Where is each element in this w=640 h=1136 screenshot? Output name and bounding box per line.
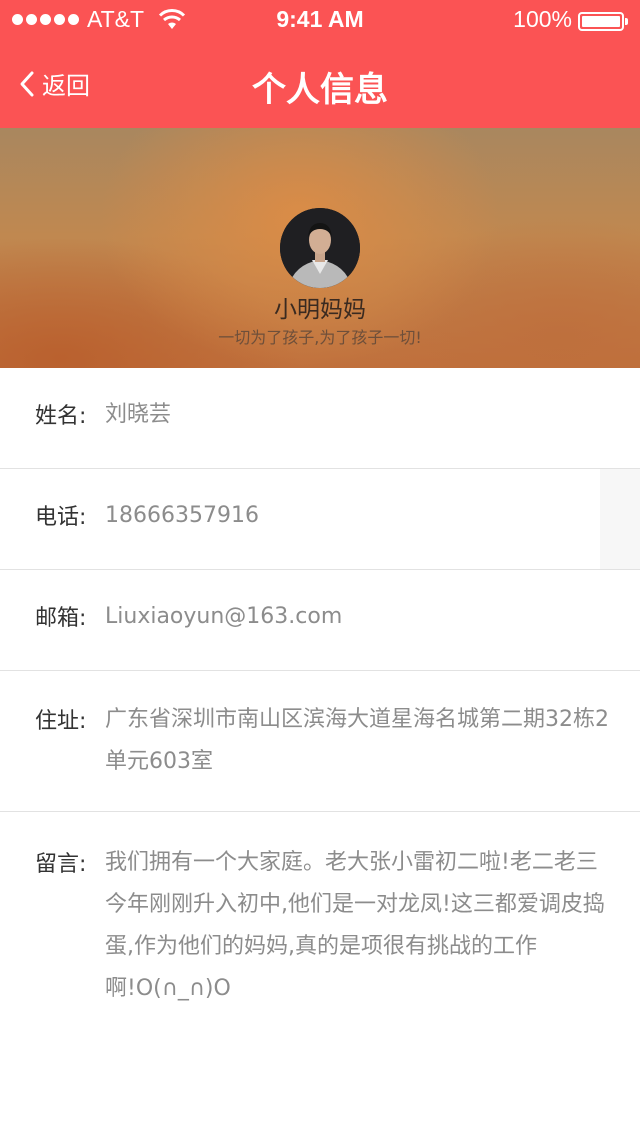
phone-value[interactable]: 18666357916 (105, 495, 610, 537)
page-title: 个人信息 (252, 70, 388, 110)
message-label: 留言: (35, 852, 87, 877)
address-value: 广东省深圳市南山区滨海大道星海名城第二期32栋2单元603室 (105, 707, 609, 774)
address-label: 住址: (35, 709, 87, 734)
name-value: 刘晓芸 (105, 402, 172, 427)
row-edge-strip (600, 469, 640, 569)
email-label: 邮箱: (35, 606, 87, 631)
profile-banner: 小明妈妈 一切为了孩子,为了孩子一切! (0, 128, 640, 368)
avatar[interactable] (280, 208, 360, 288)
header: AT&T 9:41 AM 100% 返回 个人信息 (0, 0, 640, 128)
message-row: 留言: 我们拥有一个大家庭。老大张小雷初二啦!老二老三今年刚刚升入初中,他们是一… (0, 812, 640, 1032)
email-value[interactable]: Liuxiaoyun@163.com (105, 596, 610, 638)
profile-nickname: 小明妈妈 (274, 297, 366, 323)
phone-row: 电话: 18666357916 (0, 469, 640, 570)
address-row: 住址: 广东省深圳市南山区滨海大道星海名城第二期32栋2单元603室 (0, 671, 640, 812)
name-label: 姓名: (35, 404, 87, 429)
status-bar: AT&T 9:41 AM 100% (0, 0, 640, 40)
email-row: 邮箱: Liuxiaoyun@163.com (0, 570, 640, 671)
nav-bar: 返回 个人信息 (0, 40, 640, 128)
avatar-image (280, 208, 360, 288)
battery-icon (578, 12, 628, 31)
name-row: 姓名: 刘晓芸 (0, 368, 640, 469)
battery-percent: 100% (513, 6, 572, 32)
profile-motto: 一切为了孩子,为了孩子一切! (218, 328, 422, 347)
message-value: 我们拥有一个大家庭。老大张小雷初二啦!老二老三今年刚刚升入初中,他们是一对龙凤!… (105, 850, 605, 1001)
phone-label: 电话: (35, 505, 87, 530)
